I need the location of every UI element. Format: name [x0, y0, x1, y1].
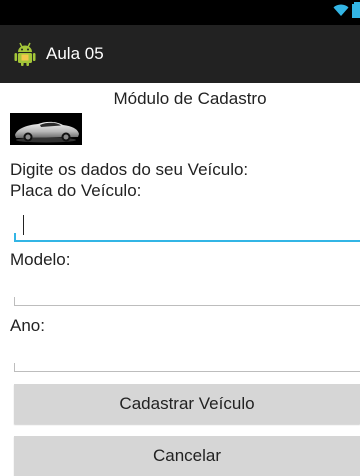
battery-icon: [352, 2, 360, 23]
wifi-icon: [333, 3, 349, 22]
plate-input-underline: [14, 233, 360, 242]
plate-label: Placa do Veículo:: [10, 181, 142, 200]
status-bar: [0, 0, 360, 25]
car-image: [10, 113, 82, 145]
year-input-underline: [14, 363, 360, 372]
instructions-text: Digite os dados do seu Veículo:: [10, 160, 249, 179]
status-icons: [333, 0, 360, 25]
app-title: Aula 05: [46, 44, 104, 63]
module-title: Módulo de Cadastro: [113, 89, 267, 108]
text-cursor: [23, 215, 24, 235]
year-label: Ano:: [10, 316, 45, 335]
action-bar: Aula 05: [0, 25, 360, 83]
model-input-underline: [14, 297, 360, 306]
cancel-button[interactable]: Cancelar: [14, 436, 360, 476]
register-vehicle-button[interactable]: Cadastrar Veículo: [14, 384, 360, 424]
android-icon: [12, 41, 38, 67]
model-label: Modelo:: [10, 250, 71, 269]
